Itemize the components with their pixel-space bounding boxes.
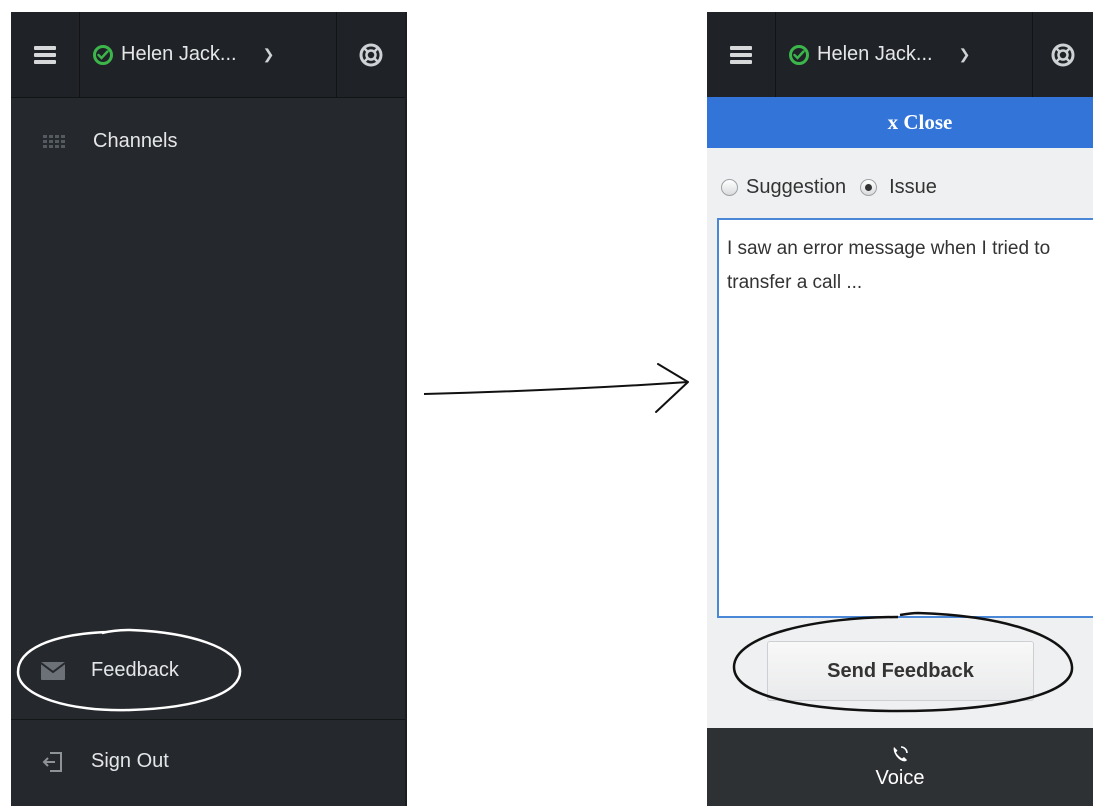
send-feedback-button[interactable]: Send Feedback: [767, 641, 1034, 701]
user-status-dropdown[interactable]: Helen Jack... ❯: [79, 12, 337, 97]
grid-icon: [43, 134, 65, 149]
menu-item-feedback[interactable]: Feedback: [11, 659, 179, 682]
top-bar: Helen Jack... ❯: [707, 12, 1093, 97]
menu-button[interactable]: [707, 12, 776, 97]
user-status-dropdown[interactable]: Helen Jack... ❯: [775, 12, 1033, 97]
suggestion-label: Suggestion: [746, 176, 847, 198]
issue-label: Issue: [889, 176, 937, 198]
top-bar: Helen Jack... ❯: [11, 12, 405, 98]
radio-issue[interactable]: [860, 179, 878, 196]
support-icon: [359, 43, 383, 66]
channels-label: Channels: [93, 130, 178, 152]
voice-label: Voice: [875, 766, 925, 789]
envelope-icon: [41, 661, 65, 680]
sign-out-area: Sign Out: [11, 720, 405, 806]
chevron-down-icon: ❯: [958, 46, 971, 62]
support-button[interactable]: [1033, 12, 1093, 97]
feedback-panel: Helen Jack... ❯ x Close Suggestion Issue…: [707, 12, 1093, 806]
voice-phone-icon: [893, 745, 908, 761]
user-name: Helen Jack...: [121, 43, 237, 65]
status-check-icon: [93, 44, 113, 65]
feedback-type-group: Suggestion Issue: [721, 176, 937, 199]
sign-out-label: Sign Out: [91, 750, 169, 772]
radio-suggestion[interactable]: [721, 179, 738, 196]
status-check-icon: [789, 44, 809, 65]
user-name: Helen Jack...: [817, 43, 933, 65]
menu-item-channels[interactable]: Channels: [11, 130, 178, 153]
menu-icon: [730, 45, 752, 64]
feedback-label: Feedback: [91, 659, 179, 681]
support-button[interactable]: [337, 12, 405, 97]
feedback-textarea[interactable]: I saw an error message when I tried to t…: [717, 218, 1093, 618]
arrow-icon: [423, 363, 689, 413]
chevron-down-icon: ❯: [262, 46, 275, 62]
voice-channel-button[interactable]: Voice: [707, 728, 1093, 806]
left-panel: Helen Jack... ❯ Channels Feedback Sign O…: [11, 12, 407, 806]
menu-button[interactable]: [11, 12, 80, 97]
menu-item-sign-out[interactable]: Sign Out: [11, 750, 169, 773]
close-button[interactable]: x Close: [707, 97, 1093, 148]
support-icon: [1051, 43, 1075, 66]
sign-out-icon: [42, 751, 62, 772]
menu-icon: [34, 45, 56, 64]
